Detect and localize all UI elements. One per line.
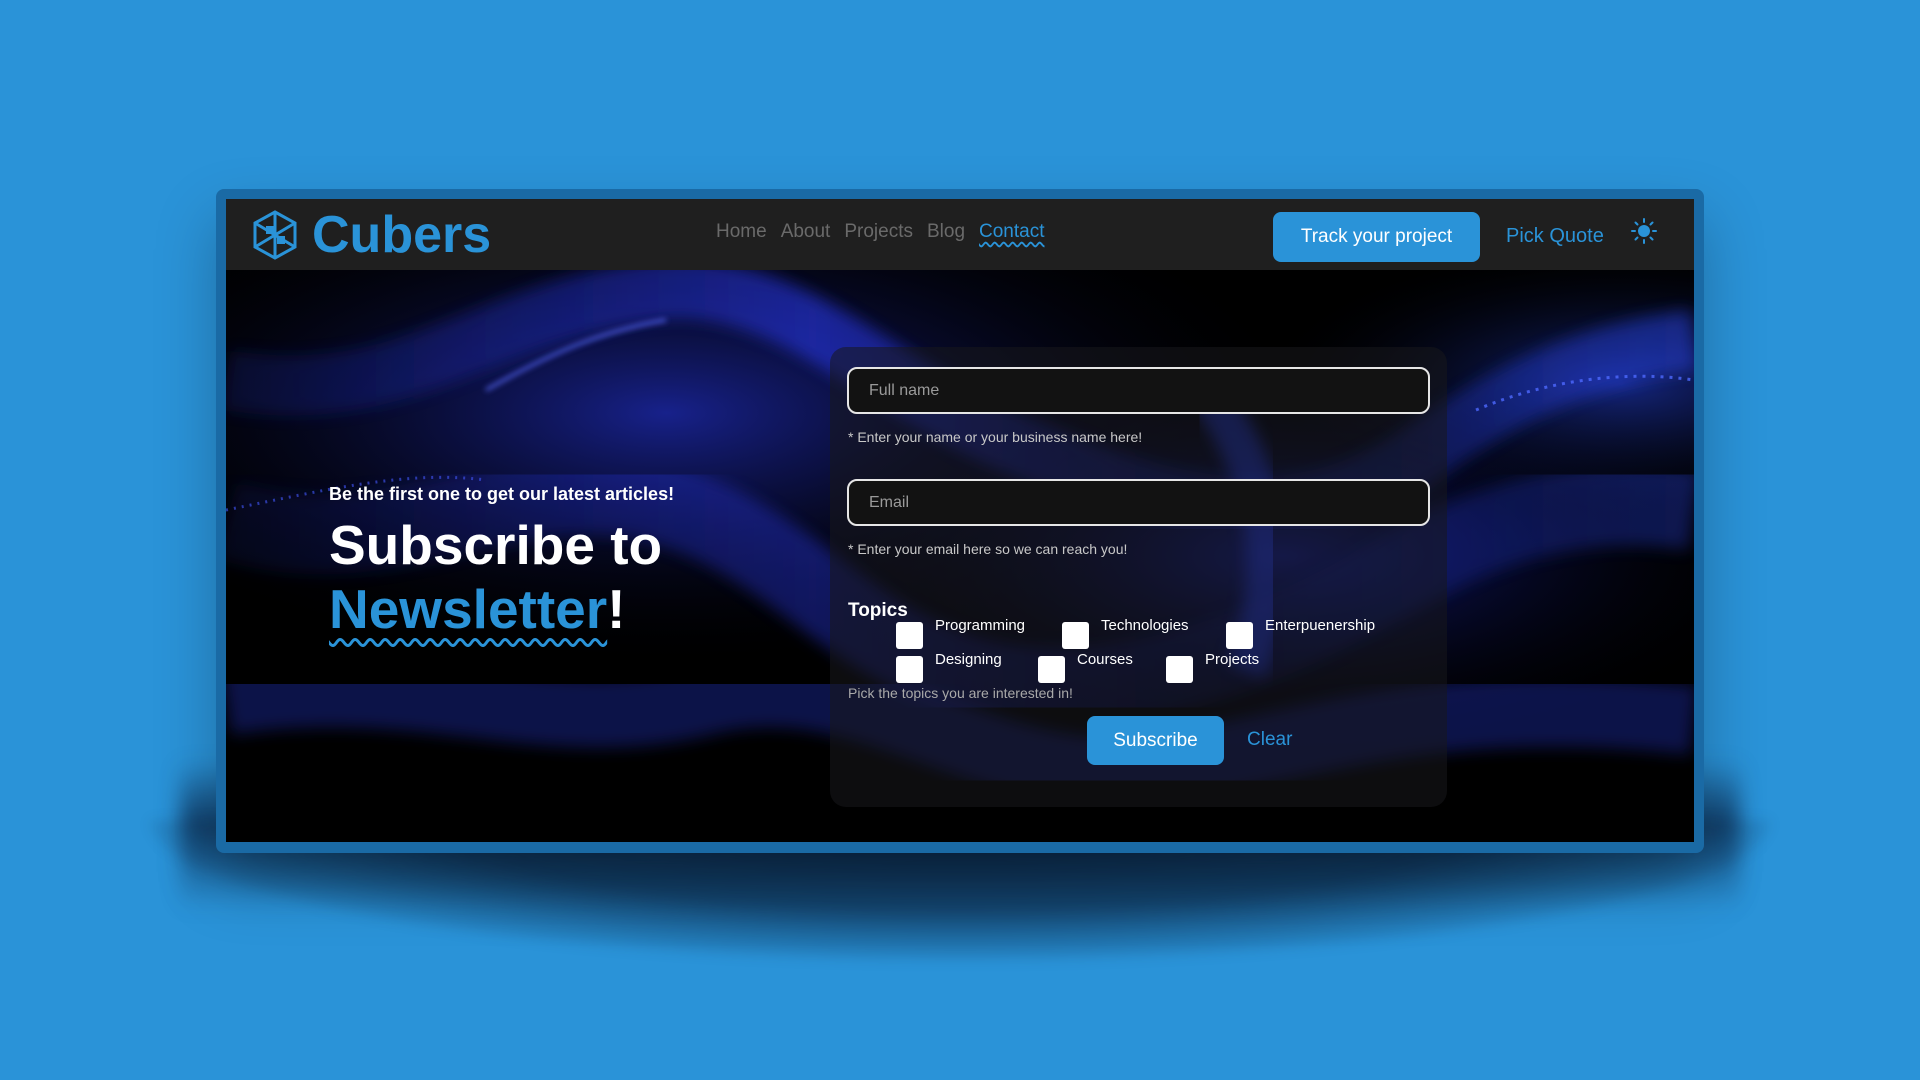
brand-logo[interactable]: Cubers [252,209,491,261]
checkbox[interactable] [1226,622,1253,649]
sun-icon[interactable] [1631,218,1657,244]
site-header: Cubers Home About Projects Blog Contact … [226,199,1694,270]
headline-suffix: ! [607,578,626,640]
checkbox[interactable] [896,656,923,683]
topic-technologies[interactable]: Technologies [1062,617,1189,649]
headline-line1: Subscribe to [329,514,663,576]
cube-logo-icon [253,210,297,260]
fullname-hint: * Enter your name or your business name … [848,429,1143,445]
email-hint: * Enter your email here so we can reach … [848,541,1128,557]
topic-label: Technologies [1101,617,1189,634]
fullname-input[interactable] [847,367,1430,414]
main-nav: Home About Projects Blog Contact [716,221,1045,243]
checkbox[interactable] [1038,656,1065,683]
track-project-button[interactable]: Track your project [1273,212,1480,262]
subscribe-form: * Enter your name or your business name … [830,347,1447,807]
checkbox[interactable] [1166,656,1193,683]
headline-accent: Newsletter [329,578,608,640]
nav-home[interactable]: Home [716,221,767,243]
hero-headline: Subscribe to Newsletter! [329,513,674,641]
page-screen: Cubers Home About Projects Blog Contact … [226,199,1694,842]
pick-quote-button[interactable]: Pick Quote [1506,225,1604,248]
topic-designing[interactable]: Designing [896,651,1002,683]
topic-courses[interactable]: Courses [1038,651,1133,683]
clear-button[interactable]: Clear [1247,729,1292,751]
topic-label: Designing [935,651,1002,668]
topic-projects[interactable]: Projects [1166,651,1259,683]
newsletter-hero: Be the first one to get our latest artic… [329,484,674,641]
topic-enterpuenership[interactable]: Enterpuenership [1226,617,1375,649]
checkbox[interactable] [1062,622,1089,649]
topic-label: Programming [935,617,1026,634]
topics-hint: Pick the topics you are interested in! [848,685,1073,701]
email-input[interactable] [847,479,1430,526]
topic-label: Enterpuenership [1265,617,1376,634]
topic-programming[interactable]: Programming [896,617,1025,649]
subscribe-button[interactable]: Subscribe [1087,716,1224,765]
nav-blog[interactable]: Blog [927,221,965,243]
device-frame: Cubers Home About Projects Blog Contact … [216,189,1704,853]
hero-kicker: Be the first one to get our latest artic… [329,484,675,504]
nav-contact[interactable]: Contact [979,221,1044,243]
nav-about[interactable]: About [781,221,831,243]
topic-label: Projects [1205,651,1260,668]
nav-projects[interactable]: Projects [844,221,913,243]
brand-name: Cubers [312,206,492,264]
checkbox[interactable] [896,622,923,649]
topic-label: Courses [1077,651,1133,668]
